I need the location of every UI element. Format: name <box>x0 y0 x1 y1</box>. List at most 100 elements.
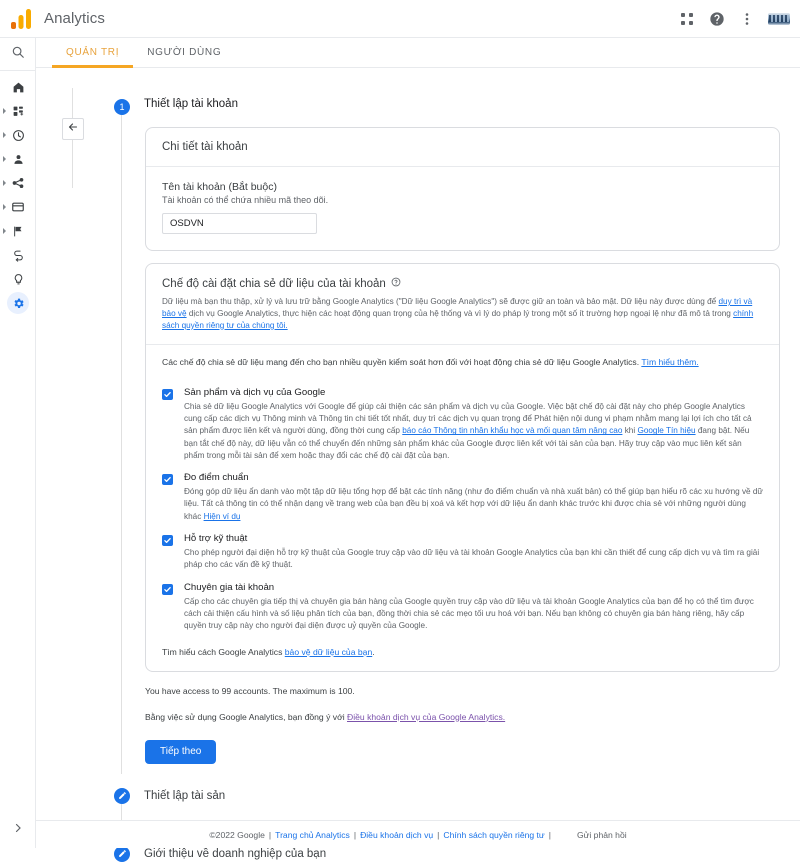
checkbox-benchmarking[interactable] <box>162 474 173 486</box>
reports-grid-icon <box>7 100 29 122</box>
data-sharing-options: Sản phẩm và dịch vụ của Google Chia sẻ d… <box>146 371 779 641</box>
arrow-left-icon <box>67 120 79 138</box>
sidebar-item-flow[interactable] <box>0 243 36 267</box>
option-benchmarking-text: Đo điểm chuẩn Đóng góp dữ liệu ẩn danh v… <box>184 472 763 523</box>
clock-icon <box>7 124 29 146</box>
accounts-quota-note: You have access to 99 accounts. The maxi… <box>145 685 355 696</box>
footer-link-privacy[interactable]: Chính sách quyền riêng tư <box>443 830 544 840</box>
ds-foot-text: Tìm hiểu cách Google Analytics <box>162 646 285 657</box>
checkbox-account-specialists[interactable] <box>162 583 173 595</box>
chevron-right-icon <box>7 817 29 839</box>
account-details-card: Chi tiết tài khoản Tên tài khoản (Bắt bu… <box>145 127 780 251</box>
option-benchmarking-title: Đo điểm chuẩn <box>184 472 249 484</box>
account-name-input[interactable] <box>162 213 317 234</box>
apps-grid-icon[interactable] <box>674 6 700 32</box>
sidebar-item-home[interactable] <box>0 75 36 99</box>
step-1-number: 1 <box>114 99 130 115</box>
footer-separator: | <box>437 829 440 840</box>
sidebar-item-insights[interactable] <box>0 267 36 291</box>
back-button[interactable] <box>62 118 84 140</box>
option-google-products: Sản phẩm và dịch vụ của Google Chia sẻ d… <box>162 387 763 462</box>
account-name-help: Tài khoản có thể chứa nhiều mã theo dõi. <box>162 195 329 205</box>
google-signals-link[interactable]: Google Tín hiệu <box>637 426 695 435</box>
data-sharing-intro: Các chế độ chia sẻ dữ liệu mang đến cho … <box>146 345 779 371</box>
help-circle-icon[interactable] <box>704 6 730 32</box>
step-1-header: 1 Thiết lập tài khoản <box>114 98 774 115</box>
step-3-title: Giới thiệu về doanh nghiệp của bạn <box>144 847 327 860</box>
opt0-part2: khi <box>622 426 638 436</box>
sidebar-item-reports[interactable] <box>0 99 36 123</box>
sidebar-item-admin[interactable] <box>0 291 36 315</box>
ds-intro-text: Các chế độ chia sẻ dữ liệu mang đến cho … <box>162 356 642 367</box>
option-google-products-title: Sản phẩm và dịch vụ của Google <box>184 386 326 398</box>
step-1-title: Thiết lập tài khoản <box>144 98 238 110</box>
user-avatar[interactable] <box>768 13 790 25</box>
ds-desc-part1: Dữ liệu mà bạn thu thập, xử lý và lưu tr… <box>162 297 719 306</box>
analytics-bars-logo <box>10 8 32 29</box>
gear-icon <box>7 292 29 314</box>
page-footer: ©2022 Google | Trang chủ Analytics | Điề… <box>36 820 800 848</box>
footer-copyright: ©2022 Google <box>209 829 265 840</box>
expand-rail-button[interactable] <box>0 816 36 840</box>
edit-pencil-icon <box>114 787 130 804</box>
chevron-right-icon <box>3 228 6 234</box>
flag-icon <box>7 220 29 242</box>
left-nav-rail <box>0 38 36 848</box>
option-benchmarking-desc: Đóng góp dữ liệu ẩn danh vào một tập dữ … <box>184 486 763 523</box>
more-vertical-icon[interactable] <box>734 6 760 32</box>
person-icon <box>7 148 29 170</box>
sidebar-item-audience[interactable] <box>0 147 36 171</box>
option-technical-support-title: Hỗ trợ kỹ thuật <box>184 533 248 545</box>
rail-divider <box>0 70 36 71</box>
chevron-right-icon <box>3 132 6 138</box>
search-icon[interactable] <box>0 38 36 66</box>
footer-link-analytics-home[interactable]: Trang chủ Analytics <box>275 830 350 840</box>
terms-text: Bằng việc sử dụng Google Analytics, bạn … <box>145 711 348 722</box>
opt1-part1: Đóng góp dữ liệu ẩn danh vào một tập dữ … <box>184 487 763 521</box>
rail-expand-area <box>0 816 36 840</box>
tab-admin[interactable]: QUẢN TRỊ <box>52 38 134 68</box>
logo-area[interactable]: Analytics <box>0 8 200 29</box>
send-feedback-button[interactable]: Gửi phản hồi <box>577 830 627 840</box>
option-account-specialists-text: Chuyên gia tài khoản Cấp cho các chuyên … <box>184 582 763 633</box>
option-account-specialists: Chuyên gia tài khoản Cấp cho các chuyên … <box>162 582 763 633</box>
data-sharing-header: Chế độ cài đặt chia sẻ dữ liệu của tài k… <box>146 264 779 345</box>
help-circle-icon[interactable] <box>391 277 401 290</box>
chevron-right-icon <box>3 108 6 114</box>
chevron-right-icon <box>3 180 6 186</box>
protect-your-data-link[interactable]: bảo vệ dữ liệu của bạn <box>285 647 372 657</box>
step-1-body: Chi tiết tài khoản Tên tài khoản (Bắt bu… <box>121 115 780 774</box>
tab-users[interactable]: NGƯỜI DÙNG <box>133 38 235 68</box>
data-sharing-title: Chế độ cài đặt chia sẻ dữ liệu của tài k… <box>162 277 386 290</box>
share-nodes-icon <box>7 172 29 194</box>
data-sharing-title-row: Chế độ cài đặt chia sẻ dữ liệu của tài k… <box>162 277 763 290</box>
chevron-right-icon <box>3 156 6 162</box>
sidebar-item-goals[interactable] <box>0 219 36 243</box>
tabs-bar: QUẢN TRỊ NGƯỜI DÙNG <box>0 38 800 68</box>
step-2-title: Thiết lập tài sản <box>144 789 226 802</box>
option-benchmarking: Đo điểm chuẩn Đóng góp dữ liệu ẩn danh v… <box>162 472 763 523</box>
option-account-specialists-title: Chuyên gia tài khoản <box>184 581 275 593</box>
home-icon <box>7 76 29 98</box>
footer-link-terms[interactable]: Điều khoản dịch vụ <box>360 830 433 840</box>
data-sharing-card: Chế độ cài đặt chia sẻ dữ liệu của tài k… <box>145 263 780 672</box>
next-button[interactable]: Tiếp theo <box>145 739 217 764</box>
step-2-header[interactable]: Thiết lập tài sản <box>114 774 774 804</box>
account-details-body: Tên tài khoản (Bắt buộc) Tài khoản có th… <box>146 167 779 250</box>
sidebar-item-monetization[interactable] <box>0 195 36 219</box>
terms-of-service-link[interactable]: Điều khoản dịch vụ của Google Analytics. <box>347 712 505 722</box>
sidebar-item-realtime[interactable] <box>0 123 36 147</box>
option-technical-support-desc: Cho phép người đại diện hỗ trợ kỹ thuật … <box>184 548 760 570</box>
flow-arrow-icon <box>7 244 29 266</box>
chevron-right-icon <box>3 204 6 210</box>
checkbox-technical-support[interactable] <box>162 535 173 547</box>
demographics-report-link[interactable]: báo cáo Thông tin nhân khẩu học và mối q… <box>402 426 622 435</box>
show-example-link[interactable]: Hiện ví dụ <box>204 512 241 521</box>
data-sharing-footer: Tìm hiểu cách Google Analytics bảo vệ dữ… <box>146 641 779 671</box>
app-title: Analytics <box>44 10 105 27</box>
sidebar-item-acquisition[interactable] <box>0 171 36 195</box>
learn-more-link[interactable]: Tìm hiểu thêm. <box>641 357 698 367</box>
checkbox-google-products[interactable] <box>162 388 173 400</box>
top-bar-actions <box>674 0 792 38</box>
option-technical-support-text: Hỗ trợ kỹ thuật Cho phép người đại diện … <box>184 533 763 572</box>
